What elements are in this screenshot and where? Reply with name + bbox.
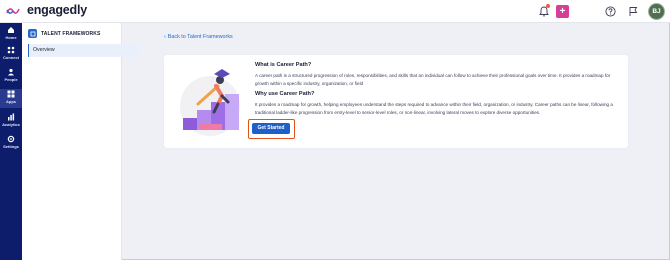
settings-icon xyxy=(7,135,15,143)
rail-label-settings: Settings xyxy=(3,144,19,149)
connect-icon xyxy=(7,46,15,54)
cta-highlight: Get Started xyxy=(248,119,295,139)
rail-label-analytics: Analytics xyxy=(2,122,20,127)
rail-label-home: Home xyxy=(5,35,17,40)
sidebar-title: TALENT FRAMEWORKS xyxy=(41,30,101,37)
rail-item-apps[interactable]: Apps xyxy=(0,89,22,108)
rail-item-people[interactable]: People xyxy=(0,68,22,86)
what-title: What is Career Path? xyxy=(255,62,312,68)
people-icon xyxy=(8,68,14,76)
analytics-icon xyxy=(8,113,15,121)
notification-dot xyxy=(546,4,550,8)
career-path-card: What is Career Path? A career path is a … xyxy=(164,55,628,148)
sidebar-header: TALENT FRAMEWORKS xyxy=(28,29,100,38)
rail-label-people: People xyxy=(4,77,18,82)
rail-item-home[interactable]: Home xyxy=(0,26,22,44)
brand-logo[interactable]: engagedly xyxy=(27,3,87,17)
back-link-label: Back to Talent Frameworks xyxy=(167,34,233,40)
career-growth-illustration xyxy=(180,69,240,136)
top-header: engagedly + BJ xyxy=(0,0,670,23)
rail-item-analytics[interactable]: Analytics xyxy=(0,113,22,131)
logo-icon xyxy=(6,8,20,14)
apps-icon xyxy=(7,90,15,98)
rail-item-connect[interactable]: Connect xyxy=(0,46,22,64)
left-nav-rail: Home Connect People Apps Analytics Setti… xyxy=(0,23,22,260)
home-icon xyxy=(8,27,14,33)
frameworks-icon xyxy=(28,29,37,38)
sidebar-item-overview[interactable]: Overview xyxy=(28,44,139,57)
bell-icon[interactable] xyxy=(537,4,550,18)
help-icon[interactable] xyxy=(604,5,617,18)
get-started-button[interactable]: Get Started xyxy=(252,123,290,134)
why-description: It provides a roadmap for growth, helpin… xyxy=(255,102,613,115)
rail-item-settings[interactable]: Settings xyxy=(0,135,22,153)
avatar[interactable]: BJ xyxy=(648,3,665,20)
why-title: Why use Career Path? xyxy=(255,91,315,97)
plus-icon[interactable]: + xyxy=(556,5,569,18)
secondary-sidebar: TALENT FRAMEWORKS Overview xyxy=(22,23,139,260)
back-link[interactable]: ‹ Back to Talent Frameworks xyxy=(164,34,233,40)
chevron-left-icon: ‹ xyxy=(164,34,166,40)
rail-label-apps: Apps xyxy=(6,99,16,104)
what-description: A career path is a structured progressio… xyxy=(255,73,611,86)
flag-icon[interactable] xyxy=(626,5,639,18)
rail-label-connect: Connect xyxy=(3,55,19,60)
